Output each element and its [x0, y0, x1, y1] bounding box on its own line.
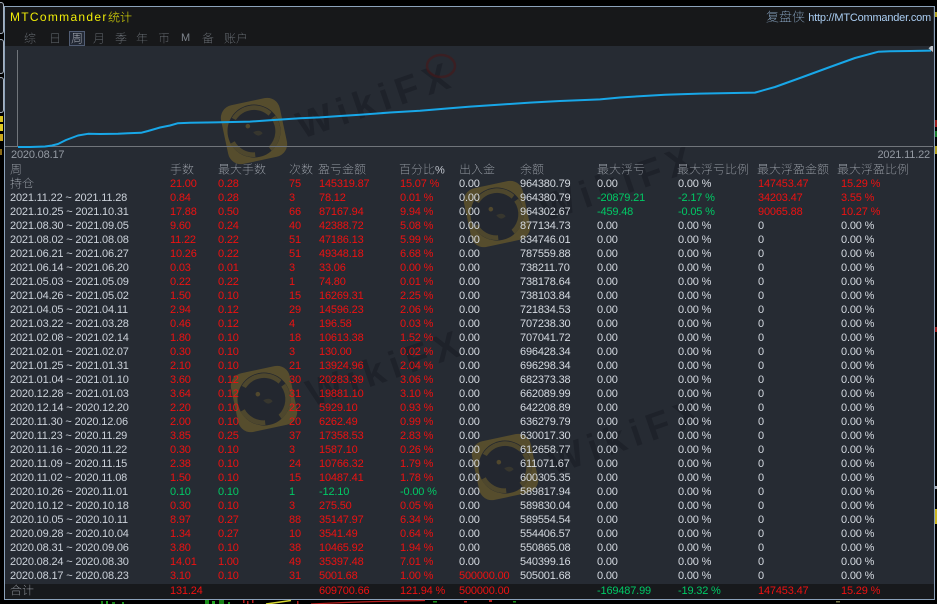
svg-text:WikiFX: WikiFX	[291, 54, 461, 148]
